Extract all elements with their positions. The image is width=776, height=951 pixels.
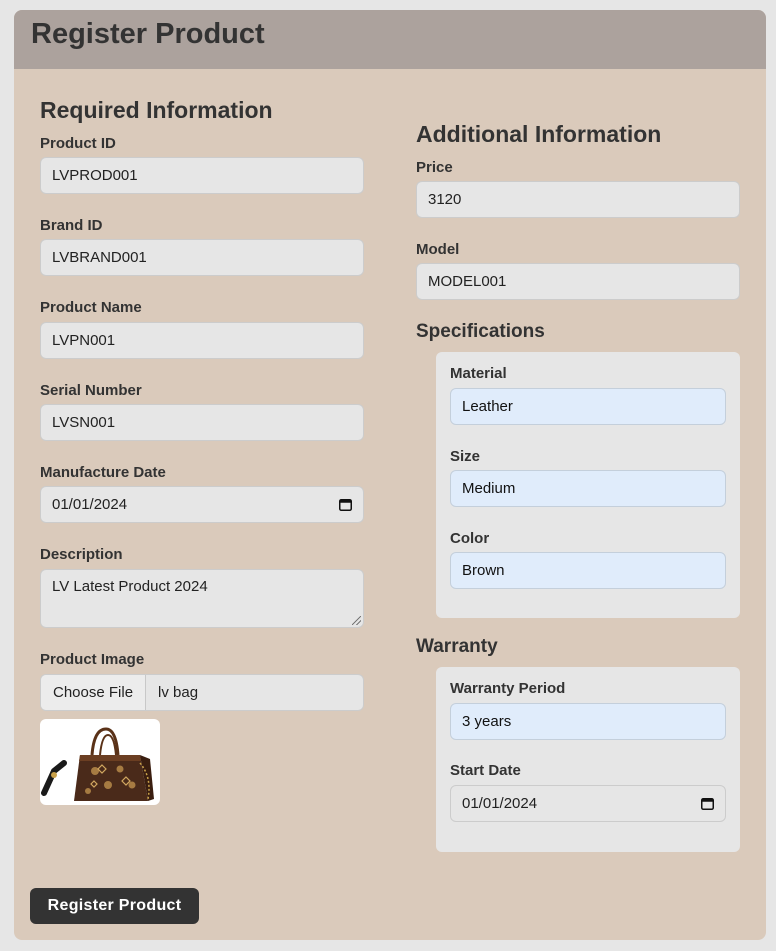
- product-id-label: Product ID: [40, 135, 116, 152]
- description-textarea[interactable]: LV Latest Product 2024: [40, 569, 364, 628]
- color-input[interactable]: Brown: [450, 552, 726, 589]
- warranty-period-input[interactable]: 3 years: [450, 703, 726, 740]
- brand-id-label: Brand ID: [40, 217, 103, 234]
- required-section-title: Required Information: [40, 97, 273, 123]
- calendar-icon[interactable]: [339, 498, 352, 511]
- product-thumbnail: [40, 719, 160, 805]
- warranty-period-label: Warranty Period: [450, 680, 566, 697]
- size-input[interactable]: Medium: [450, 470, 726, 507]
- calendar-icon[interactable]: [701, 797, 714, 810]
- file-name-text: lv bag: [158, 684, 199, 701]
- register-product-card: Register Product Required Information Pr…: [14, 10, 766, 940]
- register-product-button[interactable]: Register Product: [30, 888, 199, 924]
- page-title: Register Product: [31, 18, 265, 50]
- description-label: Description: [40, 546, 123, 563]
- manufacture-date-label: Manufacture Date: [40, 464, 166, 481]
- material-input[interactable]: Leather: [450, 388, 726, 425]
- start-date-input[interactable]: 01/01/2024: [450, 785, 726, 822]
- additional-section-title: Additional Information: [416, 121, 662, 147]
- model-input[interactable]: MODEL001: [416, 263, 740, 300]
- serial-number-label: Serial Number: [40, 382, 142, 399]
- product-id-input[interactable]: LVPROD001: [40, 157, 364, 194]
- description-value: LV Latest Product 2024: [52, 578, 208, 595]
- size-label: Size: [450, 448, 481, 465]
- start-date-value: 01/01/2024: [462, 795, 538, 812]
- color-label: Color: [450, 530, 490, 547]
- brand-id-input[interactable]: LVBRAND001: [40, 239, 364, 276]
- warranty-title: Warranty: [416, 636, 498, 657]
- specifications-title: Specifications: [416, 321, 545, 342]
- start-date-label: Start Date: [450, 762, 521, 779]
- price-input[interactable]: 3120: [416, 181, 740, 218]
- model-label: Model: [416, 241, 460, 258]
- material-label: Material: [450, 365, 507, 382]
- product-name-input[interactable]: LVPN001: [40, 322, 364, 359]
- specifications-panel: Material Leather Size Medium Color Brown: [436, 352, 740, 618]
- page-header: Register Product: [14, 10, 766, 69]
- product-image-label: Product Image: [40, 651, 145, 668]
- warranty-panel: Warranty Period 3 years Start Date 01/01…: [436, 667, 740, 852]
- choose-file-button[interactable]: Choose File: [41, 675, 147, 710]
- product-name-label: Product Name: [40, 299, 142, 316]
- manufacture-date-input[interactable]: 01/01/2024: [40, 486, 364, 523]
- product-image-file-input[interactable]: Choose File lv bag: [40, 674, 364, 711]
- price-label: Price: [416, 159, 453, 176]
- resize-grip-icon[interactable]: [352, 616, 361, 625]
- manufacture-date-value: 01/01/2024: [52, 496, 128, 513]
- serial-number-input[interactable]: LVSN001: [40, 404, 364, 441]
